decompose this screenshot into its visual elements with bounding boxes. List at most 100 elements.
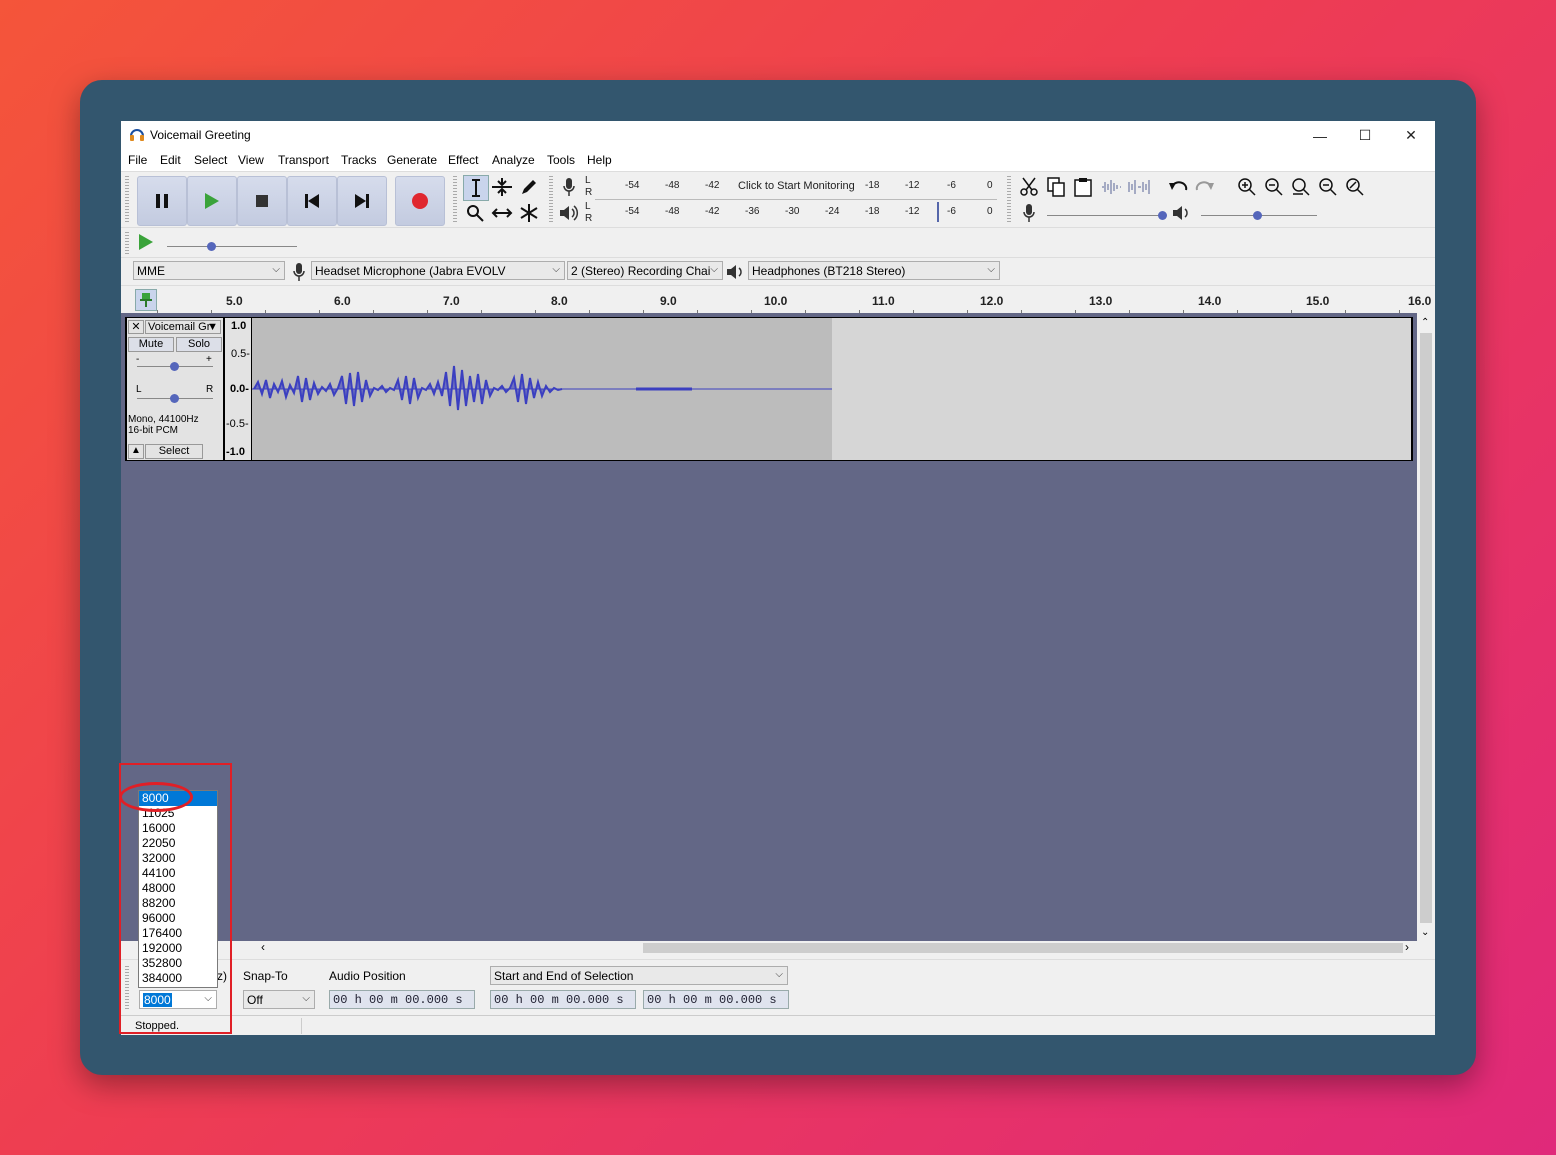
minimize-button[interactable]: — (1297, 121, 1343, 150)
fit-project-button[interactable] (1316, 175, 1340, 199)
asterisk-icon (520, 204, 538, 222)
playback-meter[interactable]: -54 -48 -42 -36 -30 -24 -18 -12 -6 0 (595, 201, 997, 225)
timeline-ruler[interactable]: 5.0 6.0 7.0 8.0 9.0 10.0 11.0 12.0 13.0 … (121, 285, 1435, 314)
zoom-out-icon (1265, 178, 1283, 196)
draw-tool[interactable] (517, 175, 541, 199)
menu-edit[interactable]: Edit (160, 153, 181, 167)
audio-host-select[interactable]: MME ⌵ (133, 261, 285, 280)
menu-view[interactable]: View (238, 153, 264, 167)
horizontal-scrollbar[interactable]: ‹ › (255, 940, 1417, 955)
toolbar-grip[interactable] (125, 176, 129, 224)
amplitude-scale: 1.0 0.5- 0.0- -0.5- -1.0 (225, 318, 251, 460)
device-toolbar: MME ⌵ Headset Microphone (Jabra EVOLV ⌵ 2 … (121, 257, 1435, 286)
scroll-down-icon: ⌄ (1421, 927, 1430, 938)
click-to-start-monitoring[interactable]: Click to Start Monitoring (738, 180, 855, 192)
waveform-clip[interactable] (252, 318, 832, 460)
skip-to-start-button[interactable] (287, 176, 337, 226)
menu-help[interactable]: Help (587, 153, 612, 167)
chevron-down-icon: ⌵ (552, 264, 560, 275)
zoom-out-button[interactable] (1262, 175, 1286, 199)
gain-slider[interactable] (137, 360, 213, 372)
waveform (252, 365, 832, 411)
collapse-track-button[interactable]: ▲ (128, 444, 144, 459)
recording-volume-slider[interactable] (1047, 204, 1167, 222)
menu-effect[interactable]: Effect (448, 153, 478, 167)
snap-to-select[interactable]: Off ⌵ (243, 990, 315, 1009)
maximize-button[interactable]: ☐ (1342, 121, 1388, 150)
vertical-scroll-thumb[interactable] (1420, 333, 1432, 923)
solo-button[interactable]: Solo (176, 337, 222, 352)
time-shift-tool[interactable] (490, 201, 514, 225)
close-button[interactable]: ✕ (1388, 121, 1434, 150)
mute-button[interactable]: Mute (128, 337, 174, 352)
menu-select[interactable]: Select (194, 153, 227, 167)
record-icon (412, 193, 428, 209)
pause-button[interactable] (137, 176, 187, 226)
stop-button[interactable] (237, 176, 287, 226)
selection-start-field[interactable]: 00 h 00 m 00.000 s (490, 990, 636, 1009)
audio-position-field[interactable]: 00 h 00 m 00.000 s (329, 990, 475, 1009)
chevron-down-icon: ⌵ (302, 993, 310, 1004)
fit-selection-button[interactable] (1289, 175, 1313, 199)
cut-button[interactable] (1017, 175, 1041, 199)
skip-to-end-button[interactable] (337, 176, 387, 226)
copy-icon (1047, 177, 1065, 197)
recording-channels-select[interactable]: 2 (Stereo) Recording Chai ⌵ (567, 261, 723, 280)
zoom-in-button[interactable] (1235, 175, 1259, 199)
menu-analyze[interactable]: Analyze (492, 153, 535, 167)
record-meter-button[interactable] (557, 175, 581, 199)
vertical-scrollbar[interactable]: ⌃ ⌄ (1417, 313, 1435, 941)
play-icon (139, 234, 153, 250)
selection-mode-select[interactable]: Start and End of Selection ⌵ (490, 966, 788, 985)
undo-icon (1169, 181, 1188, 191)
selection-end-field[interactable]: 00 h 00 m 00.000 s (643, 990, 789, 1009)
zoom-tool[interactable] (463, 201, 487, 225)
empty-track-region[interactable] (832, 318, 1411, 460)
menu-tools[interactable]: Tools (547, 153, 575, 167)
playback-volume-icon-button (1170, 201, 1194, 225)
menu-transport[interactable]: Transport (278, 153, 329, 167)
close-track-button[interactable]: ✕ (128, 320, 144, 334)
playback-device-select[interactable]: Headphones (BT218 Stereo) ⌵ (748, 261, 1000, 280)
paste-button[interactable] (1071, 175, 1095, 199)
selection-tool[interactable] (463, 175, 489, 201)
trim-audio-button[interactable] (1099, 175, 1123, 199)
menu-tracks[interactable]: Tracks (341, 153, 377, 167)
close-icon: ✕ (131, 321, 141, 333)
zoom-in-icon (1238, 178, 1256, 196)
copy-button[interactable] (1044, 175, 1068, 199)
track-control-panel: ✕ Voicemail Gr ▼ Mute Solo - + L R Mono, … (127, 318, 223, 460)
playback-speed-slider[interactable] (165, 232, 301, 252)
horizontal-scroll-thumb[interactable] (643, 943, 1403, 953)
envelope-tool[interactable] (490, 175, 514, 199)
audio-track: ✕ Voicemail Gr ▼ Mute Solo - + L R Mono, … (125, 317, 1413, 461)
record-meter[interactable]: -54 -48 -42 Click to Start Monitoring -1… (595, 175, 997, 200)
recording-device-select[interactable]: Headset Microphone (Jabra EVOLV ⌵ (311, 261, 565, 280)
playback-volume-slider[interactable] (1201, 204, 1317, 222)
scissors-icon (1020, 177, 1038, 196)
recording-volume-icon-button (1017, 201, 1041, 225)
select-track-button[interactable]: Select (145, 444, 203, 459)
track-name-menu[interactable]: Voicemail Gr ▼ (145, 320, 221, 334)
menu-generate[interactable]: Generate (387, 153, 437, 167)
menu-bar: File Edit Select View Transport Tracks G… (121, 150, 1435, 171)
magnifier-icon (467, 205, 484, 222)
play-button[interactable] (187, 176, 237, 226)
i-beam-icon (472, 179, 480, 197)
menu-file[interactable]: File (128, 153, 147, 167)
silence-audio-button[interactable] (1127, 175, 1151, 199)
speaker-icon (727, 265, 742, 279)
play-icon (205, 193, 219, 209)
undo-button[interactable] (1166, 175, 1190, 199)
triangle-up-icon: ▲ (131, 445, 141, 456)
pan-slider[interactable] (137, 392, 213, 404)
track-area[interactable]: ✕ Voicemail Gr ▼ Mute Solo - + L R Mono, … (121, 313, 1417, 941)
trim-icon (1102, 180, 1121, 194)
play-at-speed-button[interactable] (134, 230, 158, 254)
redo-button[interactable] (1193, 175, 1217, 199)
multi-tool[interactable] (517, 201, 541, 225)
playback-meter-button[interactable] (557, 201, 581, 225)
zoom-toggle-button[interactable] (1343, 175, 1367, 199)
pin-playhead-button[interactable] (135, 289, 157, 311)
record-button[interactable] (395, 176, 445, 226)
